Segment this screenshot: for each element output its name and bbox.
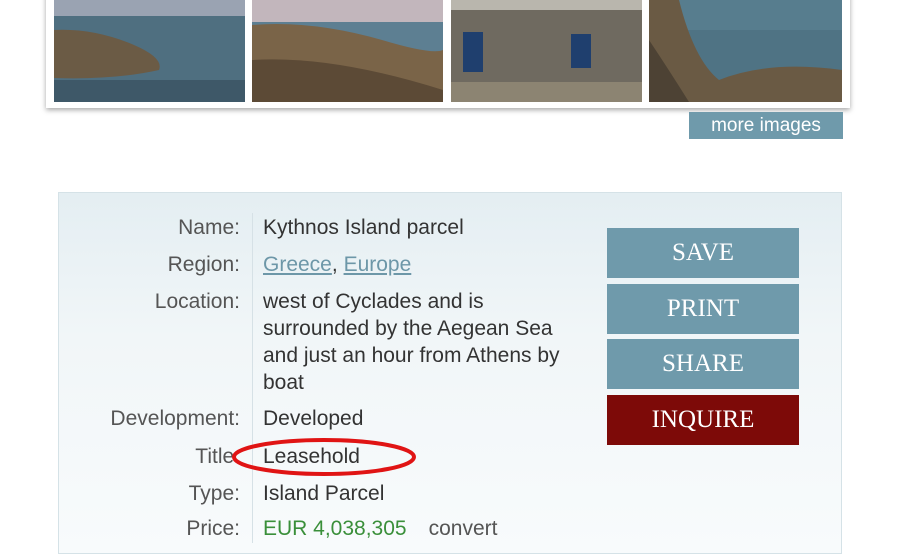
price-value: EUR 4,038,305 — [263, 517, 407, 540]
print-button[interactable]: PRINT — [607, 284, 799, 334]
type-value: Island Parcel — [263, 482, 385, 505]
share-button[interactable]: SHARE — [607, 339, 799, 389]
region-link-europe[interactable]: Europe — [344, 253, 412, 276]
column-divider — [252, 213, 253, 543]
title-value: Leasehold — [263, 445, 360, 468]
more-images-button[interactable]: more images — [689, 112, 843, 139]
price-row: EUR 4,038,305 convert — [263, 515, 497, 542]
region-value: Greece, Europe — [263, 251, 411, 278]
coast-thumbnail-1[interactable] — [54, 0, 245, 102]
title-label: Title: — [195, 445, 240, 468]
development-value: Developed — [263, 407, 364, 430]
type-label: Type: — [188, 482, 240, 505]
region-link-greece[interactable]: Greece — [263, 253, 332, 276]
development-label: Development: — [110, 407, 240, 430]
save-button[interactable]: SAVE — [607, 228, 799, 278]
name-label: Name: — [178, 216, 240, 239]
image-gallery — [46, 0, 850, 108]
stone-house-thumbnail[interactable] — [451, 0, 642, 102]
location-value: west of Cyclades and is surrounded by th… — [263, 290, 560, 394]
region-label: Region: — [167, 253, 240, 276]
inquire-button[interactable]: INQUIRE — [607, 395, 799, 445]
coast-thumbnail-4[interactable] — [649, 0, 842, 102]
price-label: Price: — [186, 517, 240, 540]
convert-link[interactable]: convert — [429, 517, 498, 540]
region-separator: , — [331, 253, 338, 276]
location-label: Location: — [154, 290, 240, 313]
name-value: Kythnos Island parcel — [263, 216, 464, 239]
coast-thumbnail-2[interactable] — [252, 0, 443, 102]
